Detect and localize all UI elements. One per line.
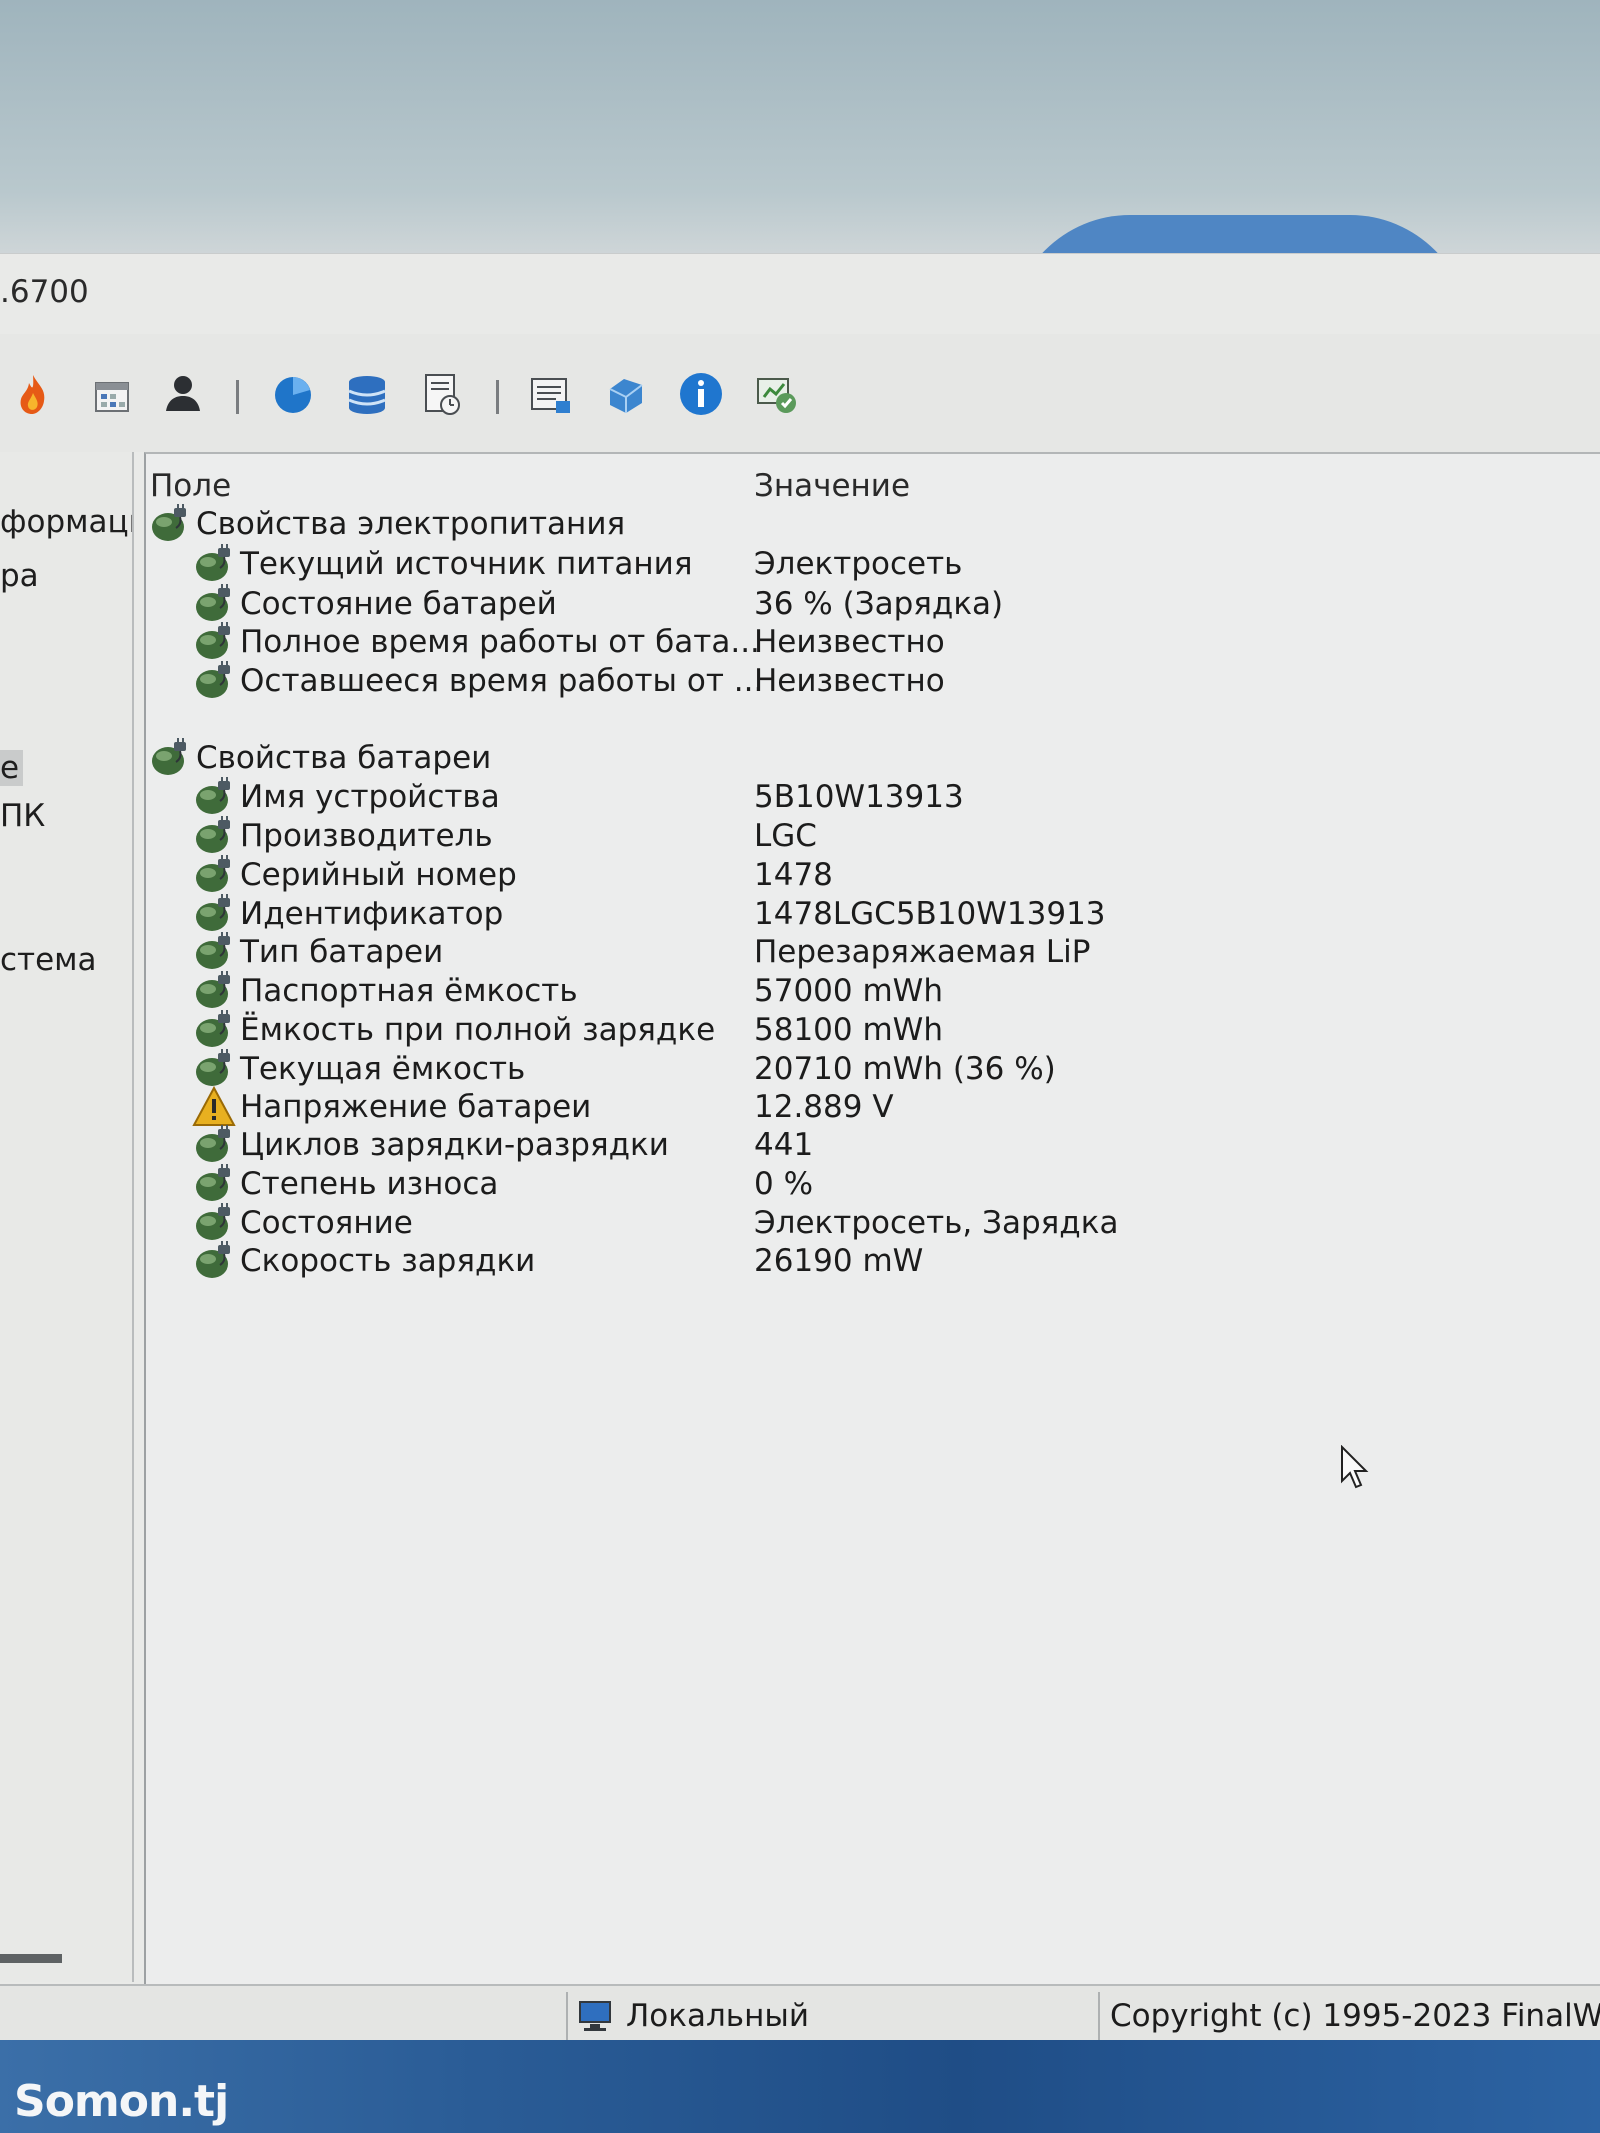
battery-plug-icon bbox=[196, 1241, 230, 1278]
battery-plug-icon bbox=[152, 738, 186, 775]
field-label: Состояние bbox=[240, 1205, 413, 1241]
network-icon[interactable] bbox=[602, 369, 652, 419]
field-label: Степень износа bbox=[240, 1166, 499, 1202]
field-value: 36 % (Зарядка) bbox=[754, 586, 1004, 622]
column-header-value[interactable]: Значение bbox=[754, 468, 910, 504]
battery-plug-icon bbox=[196, 1010, 230, 1047]
field-label: Скорость зарядки bbox=[240, 1243, 536, 1279]
field-value: 1478LGC5B10W13913 bbox=[754, 896, 1106, 932]
toolbar-separator bbox=[236, 380, 239, 414]
field-label: Циклов зарядки-разрядки bbox=[240, 1127, 669, 1163]
field-label: Напряжение батареи bbox=[240, 1089, 592, 1125]
field-label: Серийный номер bbox=[240, 857, 517, 893]
toolbar bbox=[0, 334, 1600, 452]
field-value: Перезаряжаемая LiP bbox=[754, 934, 1091, 970]
status-copyright: Copyright (c) 1995-2023 FinalWire bbox=[1110, 1998, 1600, 2034]
field-label: Состояние батарей bbox=[240, 586, 557, 622]
status-bar: Локальный Copyright (c) 1995-2023 FinalW… bbox=[0, 1984, 1600, 2046]
computer-icon bbox=[579, 2001, 611, 2031]
window-title: .6700 bbox=[0, 274, 89, 310]
details-list: Поле Значение Свойства электропитания Тек… bbox=[144, 452, 1600, 1984]
title-bar: .6700 bbox=[0, 254, 1600, 334]
watermark: Somon.tj bbox=[14, 2076, 229, 2127]
battery-plug-icon bbox=[152, 504, 186, 541]
field-label: Тип батареи bbox=[240, 934, 444, 970]
battery-plug-icon bbox=[196, 1164, 230, 1201]
field-value: Электросеть bbox=[754, 546, 963, 582]
field-label: Текущий источник питания bbox=[240, 546, 693, 582]
field-label: Производитель bbox=[240, 818, 493, 854]
battery-plug-icon bbox=[196, 971, 230, 1008]
status-divider bbox=[1098, 1992, 1100, 2040]
nav-item[interactable]: формаци bbox=[0, 504, 132, 540]
user-icon[interactable] bbox=[158, 369, 208, 419]
status-divider bbox=[566, 1992, 568, 2040]
field-value: 58100 mWh bbox=[754, 1012, 943, 1048]
nav-item[interactable]: стема bbox=[0, 942, 97, 978]
field-label: Ёмкость при полной зарядке bbox=[240, 1012, 716, 1048]
battery-plug-icon bbox=[196, 816, 230, 853]
report-icon[interactable] bbox=[416, 369, 466, 419]
battery-plug-icon bbox=[196, 777, 230, 814]
status-mode: Локальный bbox=[626, 1998, 809, 2034]
group-label: Свойства электропитания bbox=[196, 506, 626, 542]
field-label: Идентификатор bbox=[240, 896, 504, 932]
nav-item[interactable]: ра bbox=[0, 558, 39, 594]
field-label: Паспортная ёмкость bbox=[240, 973, 578, 1009]
database-icon[interactable] bbox=[342, 369, 392, 419]
toolbar-separator bbox=[496, 380, 499, 414]
field-label: Оставшееся время работы от ... bbox=[240, 663, 764, 699]
calendar-icon[interactable] bbox=[86, 369, 136, 419]
field-value: 20710 mWh (36 %) bbox=[754, 1051, 1056, 1087]
app-window: .6700 формаци ра е ПК стема Поле Значени… bbox=[0, 253, 1600, 2046]
field-value: LGC bbox=[754, 818, 817, 854]
field-value: 1478 bbox=[754, 857, 833, 893]
flame-icon[interactable] bbox=[8, 369, 58, 419]
taskbar bbox=[0, 2040, 1600, 2133]
battery-plug-icon bbox=[196, 544, 230, 581]
field-value: Электросеть, Зарядка bbox=[754, 1205, 1119, 1241]
pie-chart-icon[interactable] bbox=[268, 369, 318, 419]
field-value: 26190 mW bbox=[754, 1243, 924, 1279]
battery-plug-icon bbox=[196, 1125, 230, 1162]
nav-item-selected[interactable]: е bbox=[0, 750, 24, 786]
field-value: 441 bbox=[754, 1127, 814, 1163]
group-label: Свойства батареи bbox=[196, 740, 492, 776]
list-row[interactable]: Скорость зарядки 26190 mW bbox=[146, 1239, 1596, 1289]
navigation-pane[interactable]: формаци ра е ПК стема bbox=[0, 452, 134, 1982]
battery-plug-icon bbox=[196, 622, 230, 659]
field-value: Неизвестно bbox=[754, 663, 945, 699]
column-header-field[interactable]: Поле bbox=[150, 468, 231, 504]
info-icon[interactable] bbox=[676, 369, 726, 419]
report-edit-icon[interactable] bbox=[526, 369, 576, 419]
nav-item[interactable]: ПК bbox=[0, 798, 45, 834]
field-label: Текущая ёмкость bbox=[240, 1051, 526, 1087]
field-label: Полное время работы от бата... bbox=[240, 624, 760, 660]
list-row[interactable]: Оставшееся время работы от ... Неизвестно bbox=[146, 659, 1596, 709]
field-value: 0 % bbox=[754, 1166, 814, 1202]
battery-plug-icon bbox=[196, 855, 230, 892]
battery-plug-icon bbox=[196, 661, 230, 698]
battery-plug-icon bbox=[196, 932, 230, 969]
field-value: 5B10W13913 bbox=[754, 779, 964, 815]
benchmark-icon[interactable] bbox=[752, 369, 802, 419]
field-value: Неизвестно bbox=[754, 624, 945, 660]
mouse-cursor-icon bbox=[1341, 1445, 1369, 1489]
field-value: 57000 mWh bbox=[754, 973, 943, 1009]
nav-scrollbar[interactable] bbox=[0, 1954, 62, 1963]
field-value: 12.889 V bbox=[754, 1089, 894, 1125]
field-label: Имя устройства bbox=[240, 779, 500, 815]
